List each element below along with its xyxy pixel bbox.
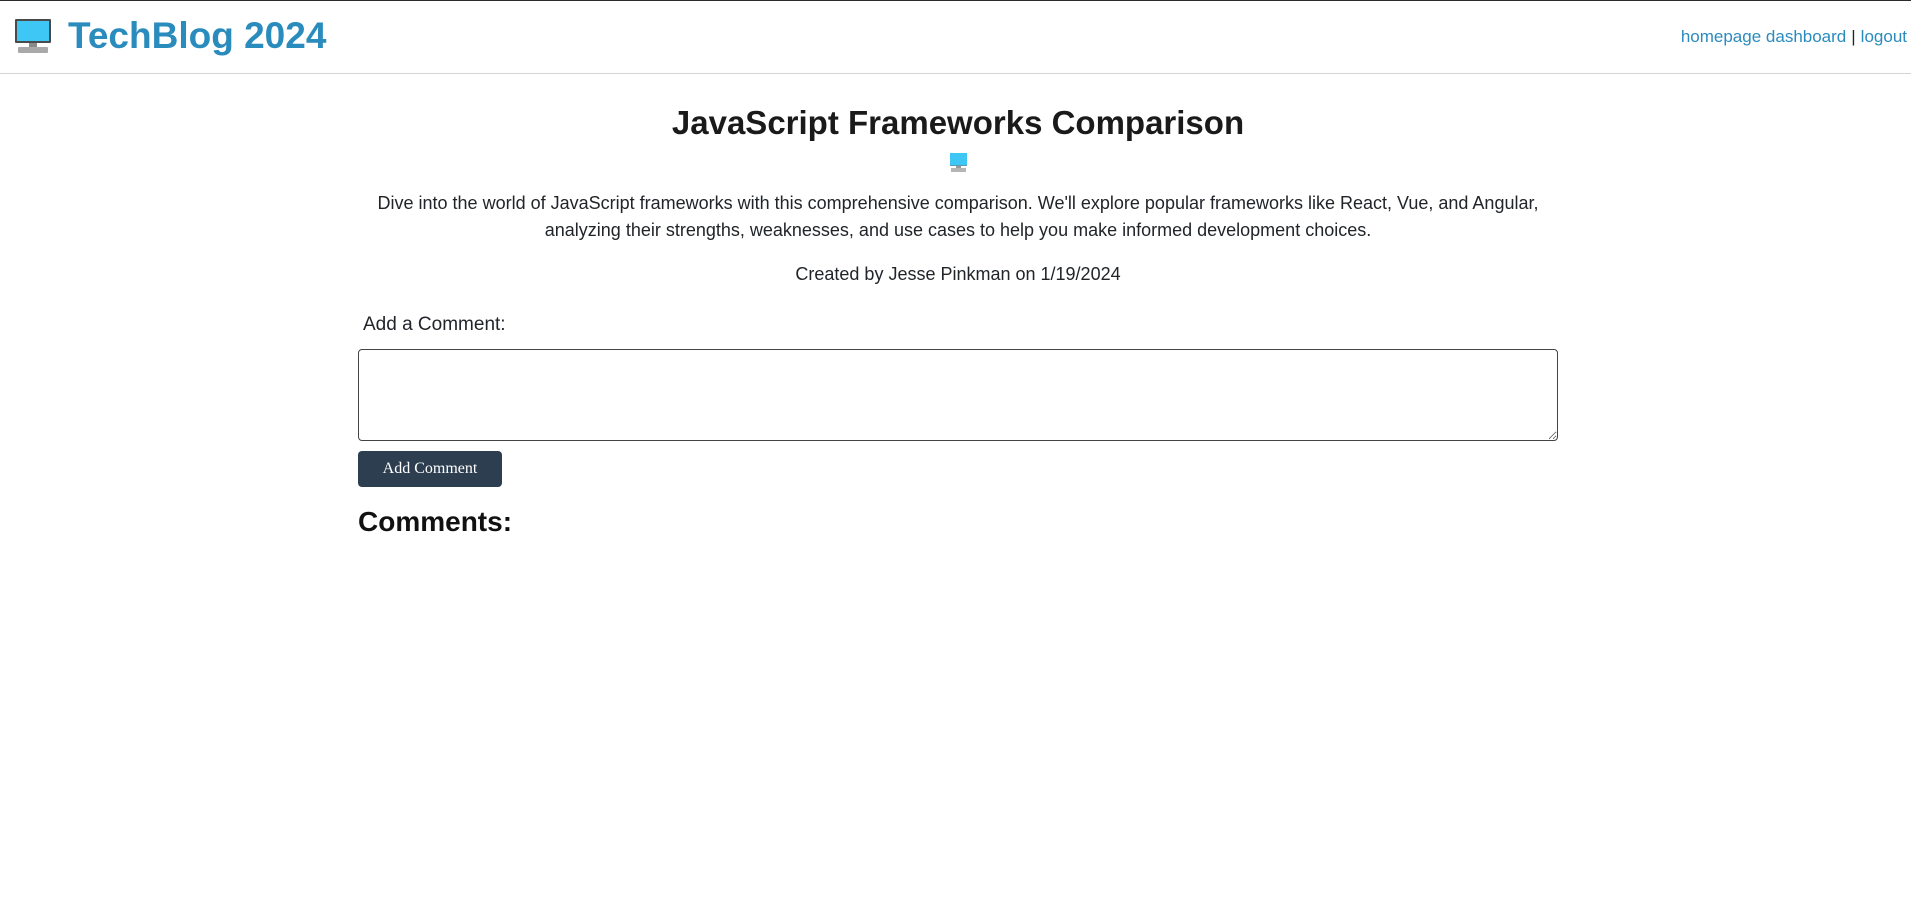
post-title: JavaScript Frameworks Comparison (671, 104, 1245, 141)
add-comment-button[interactable]: Add Comment (358, 451, 502, 487)
comment-input[interactable] (358, 349, 1558, 441)
header-nav: homepage dashboard | logout (1681, 27, 1907, 47)
site-title[interactable]: TechBlog 2024 (68, 14, 326, 58)
post-meta: Created by Jesse Pinkman on 1/19/2024 (795, 264, 1121, 284)
comments-heading: Comments: (358, 506, 513, 537)
nav-homepage-link[interactable]: homepage (1681, 27, 1761, 46)
nav-separator: | (1851, 27, 1856, 46)
desktop-computer-icon (15, 19, 51, 53)
site-header: TechBlog 2024 homepage dashboard | logout (0, 1, 1911, 74)
nav-dashboard-link[interactable]: dashboard (1766, 27, 1846, 46)
brand[interactable]: TechBlog 2024 (14, 14, 326, 58)
comment-label: Add a Comment: (363, 314, 506, 335)
desktop-computer-icon (950, 153, 967, 172)
nav-logout-link[interactable]: logout (1861, 27, 1907, 46)
post-body: Dive into the world of JavaScript framew… (377, 193, 1539, 240)
